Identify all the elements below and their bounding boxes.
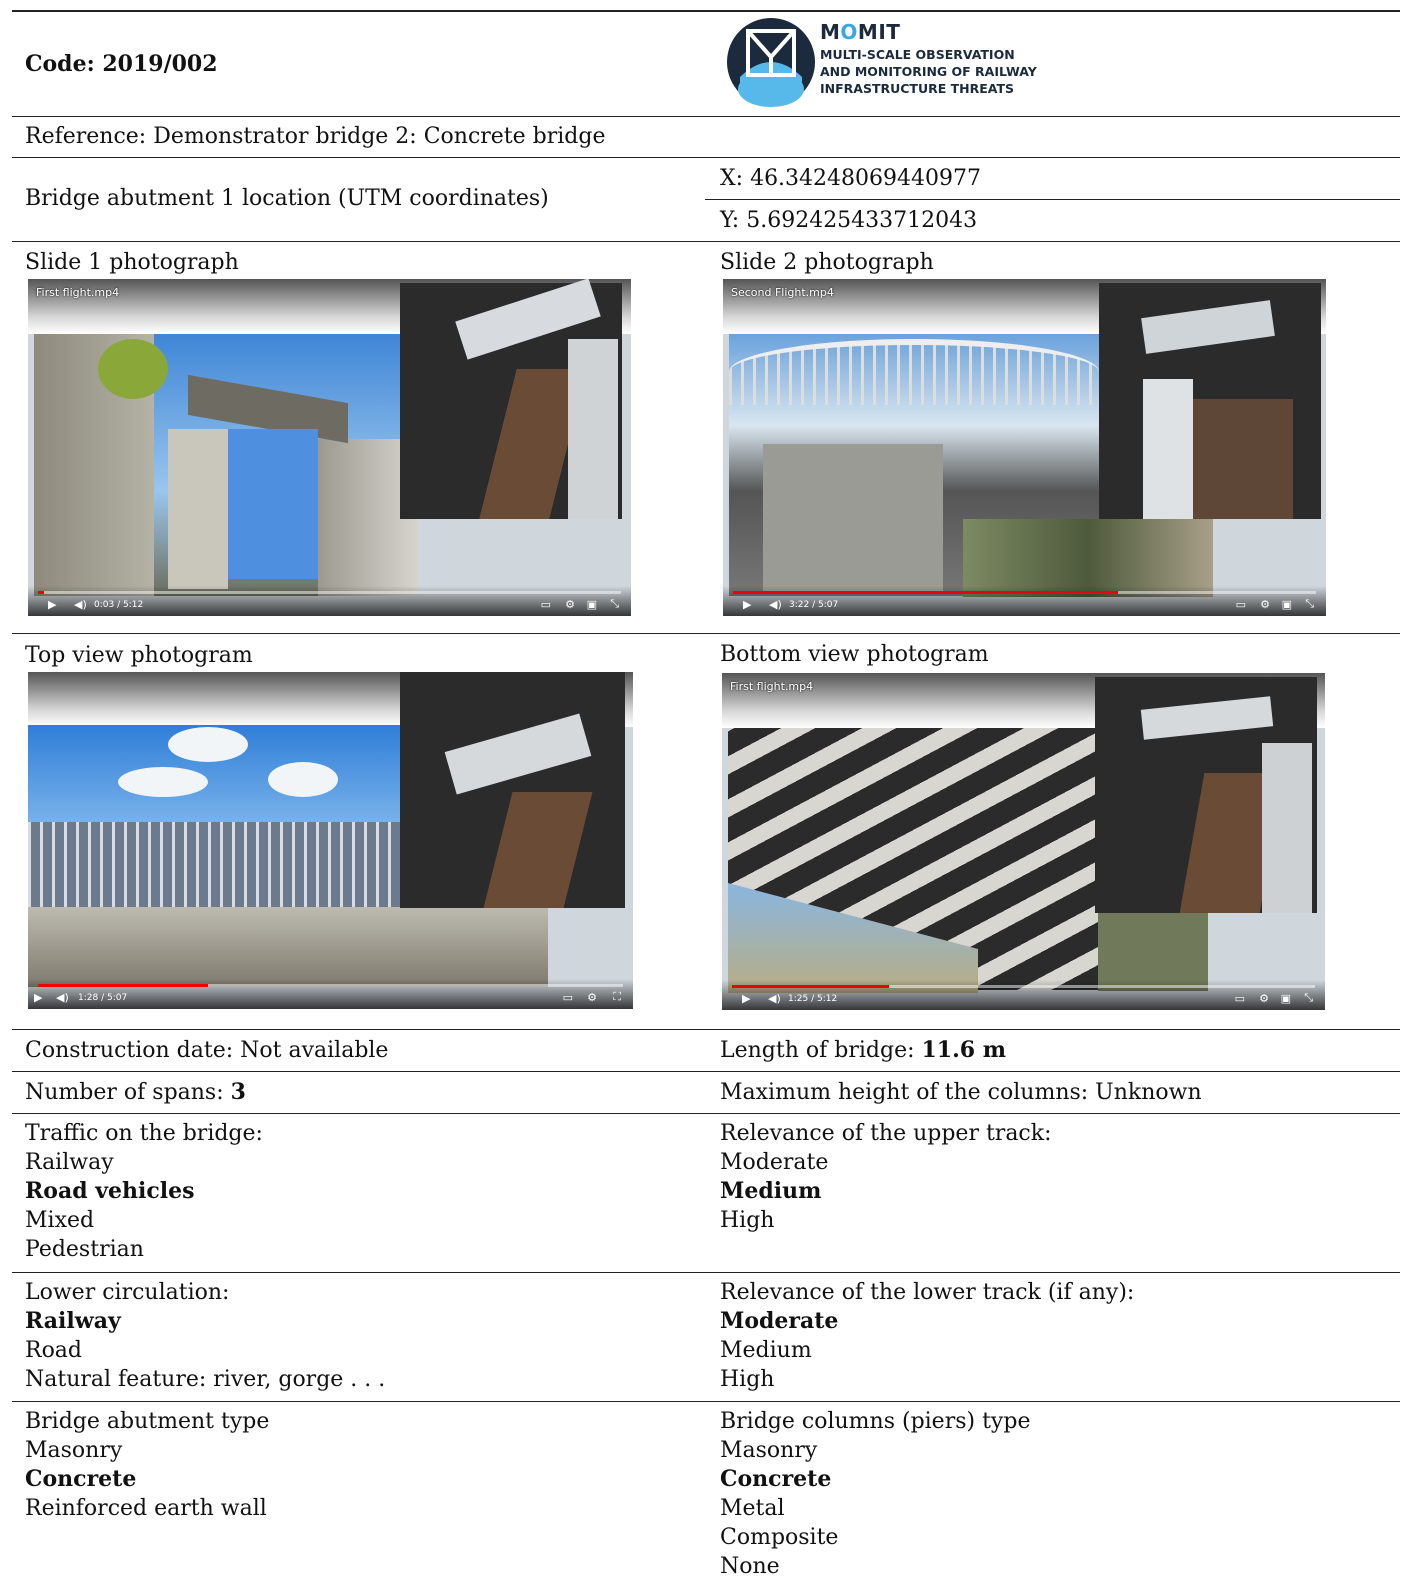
momit-logo-icon bbox=[727, 18, 815, 107]
list-option: Concrete bbox=[25, 1466, 137, 1492]
list-option: Road bbox=[25, 1338, 83, 1363]
bottom-view-caption: Bottom view photogram bbox=[720, 642, 989, 667]
lower-circulation-list: Lower circulation: Railway Road Natural fea… bbox=[25, 1278, 385, 1394]
volume-icon[interactable]: ◀) bbox=[74, 598, 87, 611]
bottom-view-video[interactable]: First flight.mp4 ▶ ◀) 1:25 / 5:12 ▭ ⚙ ▣ … bbox=[722, 673, 1325, 1010]
slide2-caption: Slide 2 photograph bbox=[720, 250, 934, 275]
rule bbox=[12, 633, 1400, 634]
logo-title: MOMIT bbox=[820, 20, 901, 44]
play-icon[interactable]: ▶ bbox=[742, 992, 750, 1005]
list-option: High bbox=[720, 1208, 775, 1233]
progress-bar[interactable] bbox=[38, 984, 623, 987]
list-option: Masonry bbox=[720, 1438, 818, 1463]
list-option: High bbox=[720, 1367, 775, 1392]
utm-x: X: 46.34248069440977 bbox=[720, 166, 982, 191]
fullscreen-exit-icon[interactable]: ⤡ bbox=[1305, 597, 1314, 611]
slide1-caption: Slide 1 photograph bbox=[25, 250, 239, 275]
top-view-video[interactable]: ▶ ◀) 1:28 / 5:07 ▭ ⚙ ⛶ bbox=[28, 672, 633, 1009]
rule bbox=[12, 241, 1400, 242]
captions-icon[interactable]: ▭ bbox=[1235, 992, 1245, 1005]
miniplayer-icon[interactable]: ▣ bbox=[587, 598, 597, 611]
video-time: 3:22 / 5:07 bbox=[789, 600, 839, 610]
video-time: 0:03 / 5:12 bbox=[94, 600, 144, 610]
list-option: Road vehicles bbox=[25, 1178, 195, 1204]
settings-icon[interactable]: ⚙ bbox=[587, 991, 597, 1004]
volume-icon[interactable]: ◀) bbox=[769, 598, 782, 611]
progress-bar[interactable] bbox=[732, 985, 1315, 988]
settings-icon[interactable]: ⚙ bbox=[1259, 992, 1269, 1005]
rule bbox=[12, 157, 1400, 158]
rule bbox=[705, 199, 1400, 200]
captions-icon[interactable]: ▭ bbox=[563, 991, 573, 1004]
video-title: Second Flight.mp4 bbox=[731, 286, 834, 299]
captions-icon[interactable]: ▭ bbox=[1236, 598, 1246, 611]
slide2-video[interactable]: Second Flight.mp4 ▶ ◀) 3:22 / 5:07 ▭ ⚙ ▣… bbox=[723, 279, 1326, 616]
top-view-caption: Top view photogram bbox=[25, 643, 253, 668]
fullscreen-exit-icon[interactable]: ⤡ bbox=[1304, 991, 1313, 1005]
rule bbox=[12, 1071, 1400, 1072]
slide1-video[interactable]: First flight.mp4 ▶ ◀) 0:03 / 5:12 ▭ ⚙ ▣ … bbox=[28, 279, 631, 616]
list-label: Relevance of the upper track: bbox=[720, 1121, 1052, 1146]
rule bbox=[12, 1029, 1400, 1030]
reference-text: Reference: Demonstrator bridge 2: Concre… bbox=[25, 124, 606, 149]
list-option: Railway bbox=[25, 1150, 114, 1175]
bridge-length: Length of bridge: 11.6 m bbox=[720, 1037, 1007, 1063]
list-option: Moderate bbox=[720, 1150, 829, 1175]
list-option: Natural feature: river, gorge . . . bbox=[25, 1367, 386, 1392]
progress-bar[interactable] bbox=[733, 591, 1316, 594]
list-label: Bridge columns (piers) type bbox=[720, 1409, 1031, 1434]
play-icon[interactable]: ▶ bbox=[34, 991, 42, 1004]
abutment-type-list: Bridge abutment type Masonry Concrete Reinf… bbox=[25, 1407, 269, 1523]
video-time: 1:25 / 5:12 bbox=[788, 994, 838, 1004]
list-option: None bbox=[720, 1554, 780, 1579]
list-option: Mixed bbox=[25, 1208, 95, 1233]
rule bbox=[12, 1113, 1400, 1114]
list-option: Pedestrian bbox=[25, 1237, 144, 1262]
rule bbox=[12, 116, 1400, 117]
settings-icon[interactable]: ⚙ bbox=[565, 598, 575, 611]
list-option: Reinforced earth wall bbox=[25, 1496, 267, 1521]
max-column-height: Maximum height of the columns: Unknown bbox=[720, 1080, 1202, 1105]
construction-date: Construction date: Not available bbox=[25, 1038, 389, 1063]
miniplayer-icon[interactable]: ▣ bbox=[1281, 992, 1291, 1005]
list-option: Medium bbox=[720, 1338, 812, 1363]
utm-y: Y: 5.692425433712043 bbox=[720, 208, 978, 233]
list-label: Lower circulation: bbox=[25, 1280, 230, 1305]
play-icon[interactable]: ▶ bbox=[743, 598, 751, 611]
location-label: Bridge abutment 1 location (UTM coordina… bbox=[25, 186, 549, 211]
list-label: Bridge abutment type bbox=[25, 1409, 270, 1434]
piers-type-list: Bridge columns (piers) type Masonry Concre… bbox=[720, 1407, 1030, 1581]
fullscreen-exit-icon[interactable]: ⤡ bbox=[610, 597, 619, 611]
upper-relevance-list: Relevance of the upper track: Moderate Med… bbox=[720, 1119, 1052, 1235]
list-option: Medium bbox=[720, 1178, 822, 1204]
video-title: First flight.mp4 bbox=[730, 680, 814, 693]
video-title: First flight.mp4 bbox=[36, 286, 120, 299]
video-time: 1:28 / 5:07 bbox=[78, 993, 128, 1003]
list-option: Metal bbox=[720, 1496, 785, 1521]
top-rule bbox=[12, 10, 1400, 12]
volume-icon[interactable]: ◀) bbox=[56, 991, 69, 1004]
fullscreen-icon[interactable]: ⛶ bbox=[613, 990, 621, 1004]
lower-relevance-list: Relevance of the lower track (if any): Mo… bbox=[720, 1278, 1134, 1394]
settings-icon[interactable]: ⚙ bbox=[1260, 598, 1270, 611]
list-option: Concrete bbox=[720, 1466, 832, 1492]
list-option: Railway bbox=[25, 1308, 121, 1334]
list-option: Masonry bbox=[25, 1438, 123, 1463]
traffic-list: Traffic on the bridge: Railway Road vehicl… bbox=[25, 1119, 263, 1264]
list-label: Relevance of the lower track (if any): bbox=[720, 1280, 1135, 1305]
progress-bar[interactable] bbox=[38, 591, 621, 594]
number-of-spans: Number of spans: 3 bbox=[25, 1079, 246, 1105]
list-label: Traffic on the bridge: bbox=[25, 1121, 263, 1146]
rule bbox=[12, 1272, 1400, 1273]
captions-icon[interactable]: ▭ bbox=[541, 598, 551, 611]
list-option: Moderate bbox=[720, 1308, 839, 1334]
logo-subtitle: MULTI-SCALE OBSERVATION AND MONITORING O… bbox=[820, 47, 1037, 96]
list-option: Composite bbox=[720, 1525, 839, 1550]
play-icon[interactable]: ▶ bbox=[48, 598, 56, 611]
rule bbox=[12, 1401, 1400, 1402]
document-code: Code: 2019/002 bbox=[25, 51, 218, 77]
volume-icon[interactable]: ◀) bbox=[768, 992, 781, 1005]
miniplayer-icon[interactable]: ▣ bbox=[1282, 598, 1292, 611]
